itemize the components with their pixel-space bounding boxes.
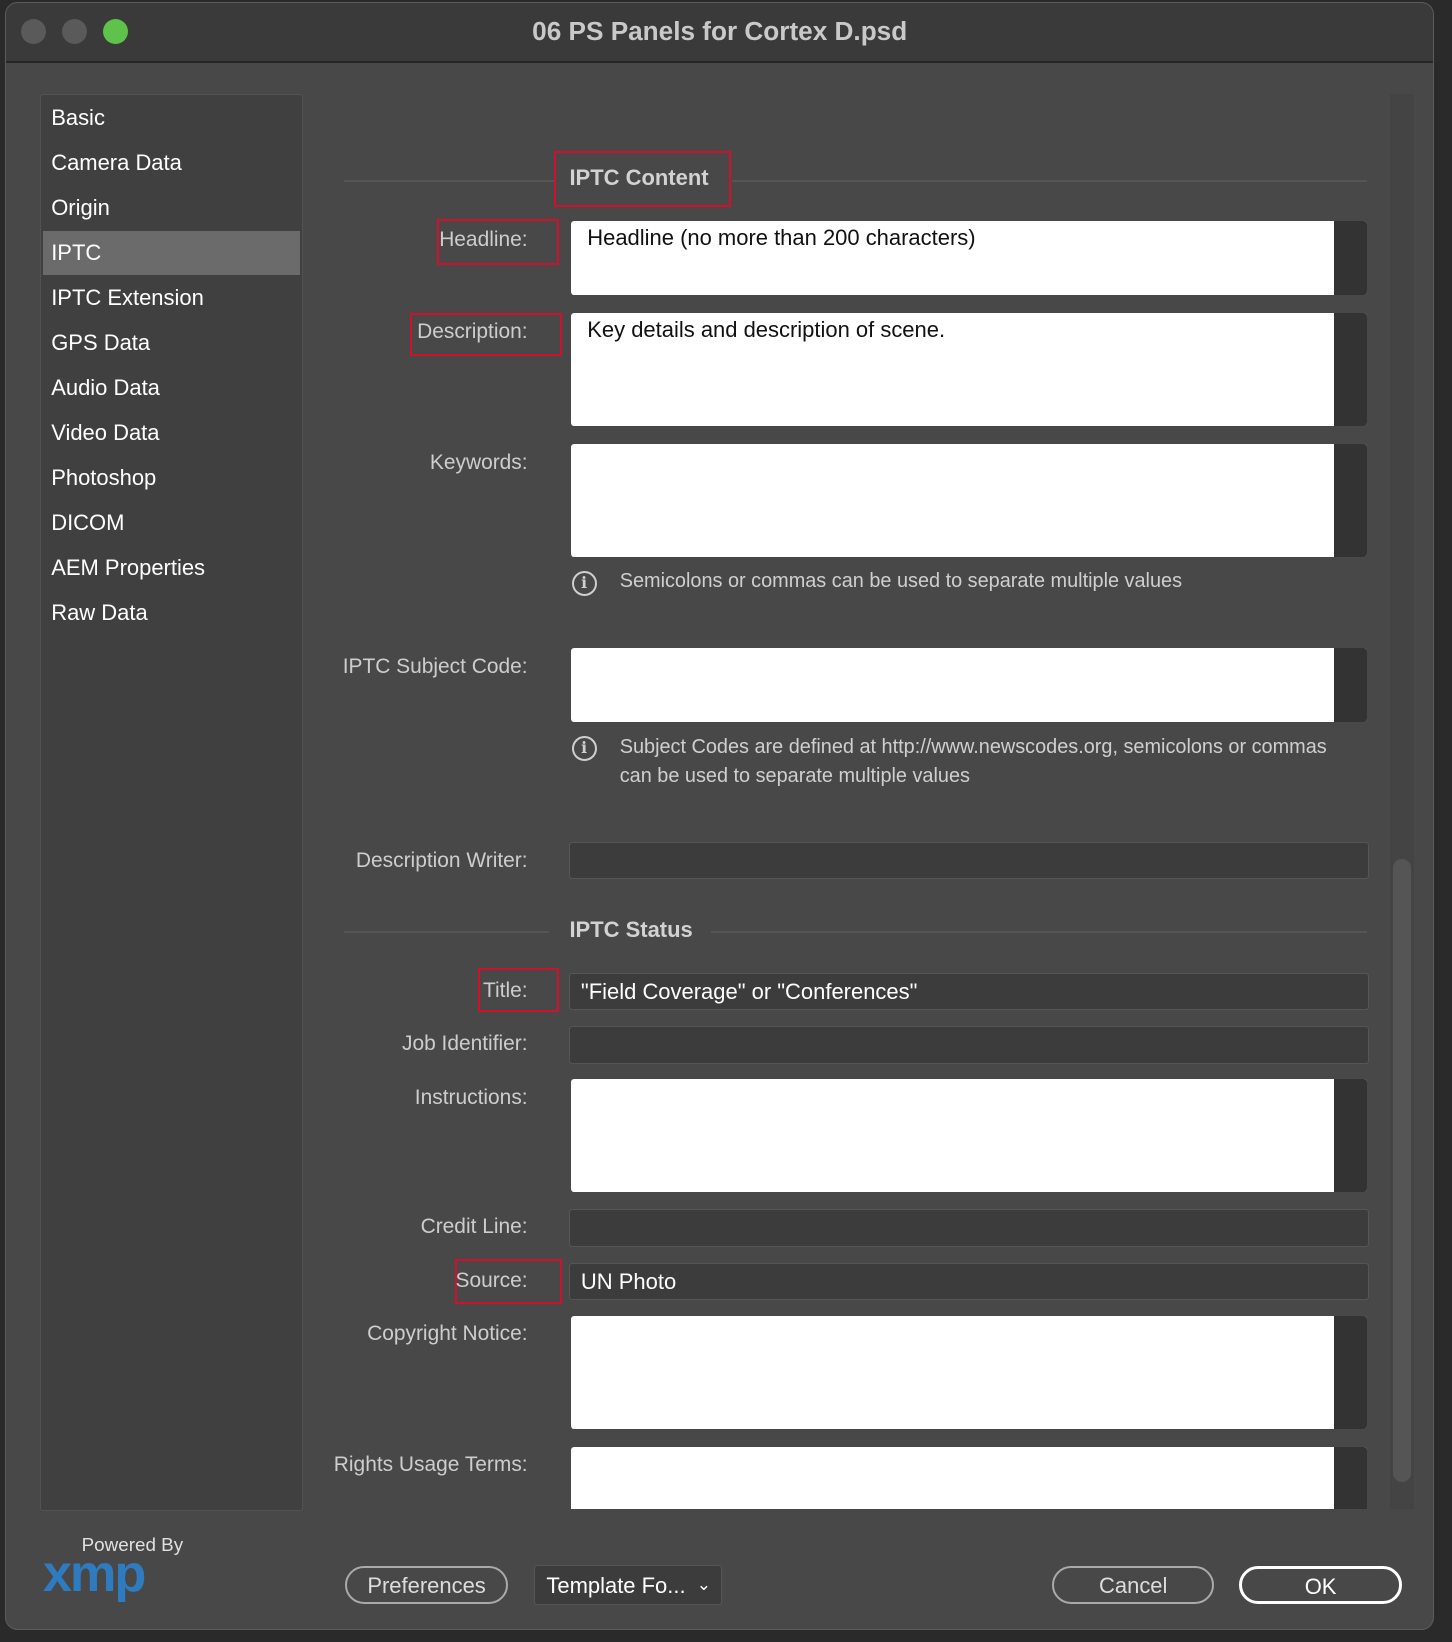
divider: [731, 180, 1368, 183]
sidebar-item-iptc[interactable]: IPTC: [42, 231, 301, 276]
title-field[interactable]: "Field Coverage" or "Conferences": [569, 972, 1370, 1011]
category-list: Basic Camera Data Origin IPTC IPTC Exten…: [39, 94, 304, 1511]
cancel-button[interactable]: Cancel: [1052, 1566, 1215, 1604]
preferences-button[interactable]: Preferences: [345, 1566, 508, 1604]
sidebar-item-origin[interactable]: Origin: [43, 186, 301, 230]
section-iptc-status: IPTC Status: [569, 917, 693, 943]
rights-usage-terms-label: Rights Usage Terms:: [333, 1453, 528, 1477]
chevron-down-icon: ⌄: [696, 1575, 711, 1595]
title-value: "Field Coverage" or "Conferences": [580, 978, 918, 1004]
hint-line: Subject Codes are defined at http://www.…: [619, 735, 1327, 758]
ok-button[interactable]: OK: [1239, 1566, 1402, 1604]
keywords-label: Keywords:: [429, 451, 528, 475]
divider: [710, 930, 1368, 933]
rights-usage-terms-field[interactable]: [570, 1446, 1368, 1509]
title-label: Title:: [483, 978, 528, 1002]
scrollbar[interactable]: [1333, 220, 1368, 296]
instructions-field[interactable]: [570, 1079, 1368, 1193]
headline-field[interactable]: Headline (no more than 200 characters): [570, 220, 1368, 296]
description-writer-label: Description Writer:: [355, 848, 528, 872]
sidebar-item-gps-data[interactable]: GPS Data: [43, 321, 301, 365]
sidebar-item-photoshop[interactable]: Photoshop: [43, 456, 301, 500]
credit-line-field[interactable]: [569, 1209, 1370, 1247]
sidebar-item-video-data[interactable]: Video Data: [43, 411, 301, 455]
description-writer-field[interactable]: [569, 841, 1370, 880]
job-identifier-label: Job Identifier:: [401, 1032, 528, 1056]
info-icon: i: [571, 570, 597, 596]
source-field[interactable]: UN Photo: [569, 1262, 1370, 1301]
description-value: Key details and description of scene.: [587, 317, 946, 343]
subject-code-label: IPTC Subject Code:: [342, 655, 528, 679]
window-title: 06 PS Panels for Cortex D.psd: [532, 15, 908, 46]
scrollbar[interactable]: [1333, 1079, 1368, 1193]
copyright-notice-label: Copyright Notice:: [367, 1322, 528, 1346]
source-value: UN Photo: [580, 1268, 677, 1294]
scrollbar[interactable]: [1333, 443, 1368, 557]
instructions-label: Instructions:: [414, 1085, 528, 1109]
scrollbar[interactable]: [1333, 1315, 1368, 1429]
sidebar-item-aem-properties[interactable]: AEM Properties: [43, 546, 301, 590]
template-dropdown[interactable]: Template Fo... ⌄: [533, 1565, 723, 1605]
info-icon: i: [571, 735, 597, 762]
keywords-hint: Semicolons or commas can be used to sepa…: [619, 570, 1183, 593]
keywords-field[interactable]: [570, 443, 1368, 557]
metadata-dialog: 06 PS Panels for Cortex D.psd Basic Came…: [5, 2, 1435, 1630]
title-bar: 06 PS Panels for Cortex D.psd: [6, 3, 1434, 63]
screen: 06 PS Panels for Cortex D.psd Basic Came…: [0, 0, 1452, 1642]
description-field[interactable]: Key details and description of scene.: [570, 312, 1368, 427]
headline-value: Headline (no more than 200 characters): [587, 225, 976, 251]
description-label: Description:: [417, 320, 528, 344]
copyright-notice-field[interactable]: [570, 1315, 1368, 1429]
sidebar-item-raw-data[interactable]: Raw Data: [43, 591, 301, 635]
sidebar-item-camera-data[interactable]: Camera Data: [43, 141, 301, 185]
credit-line-label: Credit Line:: [420, 1215, 528, 1239]
headline-label: Headline:: [439, 228, 528, 252]
hint-line: can be used to separate multiple values: [619, 765, 970, 788]
xmp-logo: xmp: [42, 1545, 146, 1604]
scrollbar[interactable]: [1333, 647, 1368, 723]
section-iptc-content: IPTC Content: [569, 165, 709, 191]
scrollbar[interactable]: [1333, 312, 1368, 427]
template-dropdown-value: Template Fo...: [546, 1573, 686, 1599]
sidebar-item-dicom[interactable]: DICOM: [43, 501, 301, 545]
panel-scrollbar-thumb[interactable]: [1393, 859, 1412, 1483]
subject-code-hint: Subject Codes are defined at http://www.…: [620, 733, 1327, 792]
divider: [344, 930, 549, 933]
subject-code-field[interactable]: [570, 647, 1368, 723]
sidebar-item-iptc-extension[interactable]: IPTC Extension: [43, 276, 301, 320]
job-identifier-field[interactable]: [569, 1025, 1370, 1064]
sidebar-item-audio-data[interactable]: Audio Data: [43, 366, 301, 410]
divider: [344, 180, 554, 183]
sidebar-item-basic[interactable]: Basic: [43, 96, 301, 140]
panel-scrollbar-track[interactable]: [1390, 94, 1415, 1509]
source-label: Source:: [455, 1268, 528, 1292]
scrollbar[interactable]: [1333, 1446, 1368, 1509]
